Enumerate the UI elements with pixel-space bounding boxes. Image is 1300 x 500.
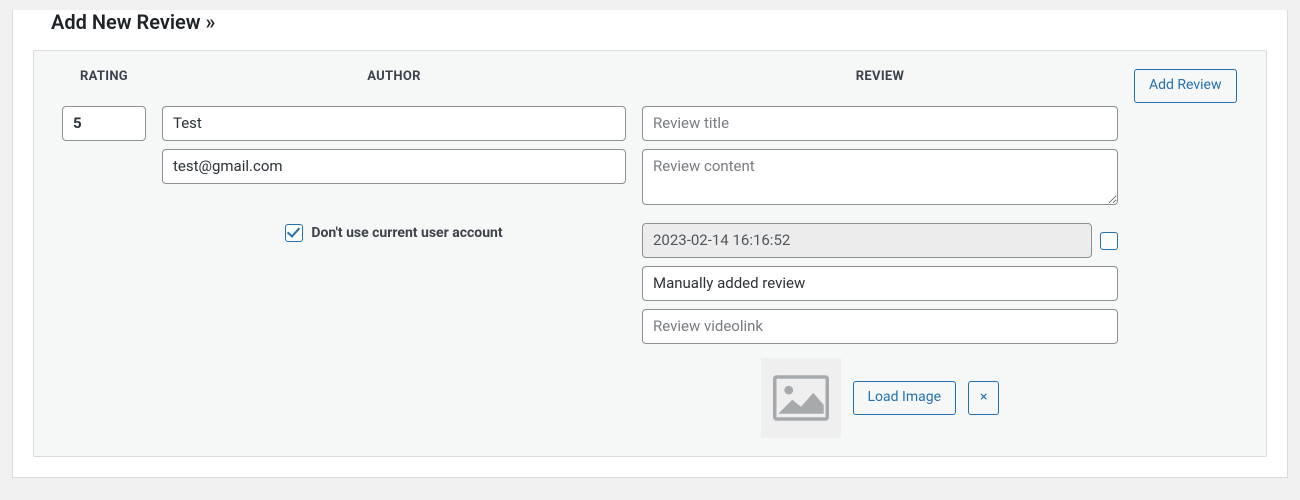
load-image-button[interactable]: Load Image xyxy=(853,381,957,415)
review-title-input[interactable] xyxy=(642,106,1118,141)
panel-title: Add New Review » xyxy=(51,10,1267,34)
rating-header: RATING xyxy=(62,69,146,84)
review-date-input xyxy=(642,223,1092,258)
review-header: REVIEW xyxy=(642,69,1118,84)
placeholder-image-icon xyxy=(773,374,829,422)
image-thumbnail-placeholder xyxy=(761,358,841,438)
add-review-form: RATING AUTHOR Don't use current user acc… xyxy=(33,50,1267,457)
review-source-input[interactable] xyxy=(642,266,1118,301)
dont-use-account-label: Don't use current user account xyxy=(311,225,502,241)
review-date-enable-checkbox[interactable] xyxy=(1100,232,1118,250)
author-header: AUTHOR xyxy=(162,69,626,84)
author-name-input[interactable] xyxy=(162,106,626,141)
dont-use-account-checkbox[interactable] xyxy=(285,224,303,242)
review-content-textarea[interactable] xyxy=(642,149,1118,205)
review-videolink-input[interactable] xyxy=(642,309,1118,344)
rating-input[interactable] xyxy=(62,106,146,141)
clear-image-button[interactable]: × xyxy=(968,381,999,415)
add-review-button[interactable]: Add Review xyxy=(1134,69,1237,103)
author-email-input[interactable] xyxy=(162,149,626,184)
